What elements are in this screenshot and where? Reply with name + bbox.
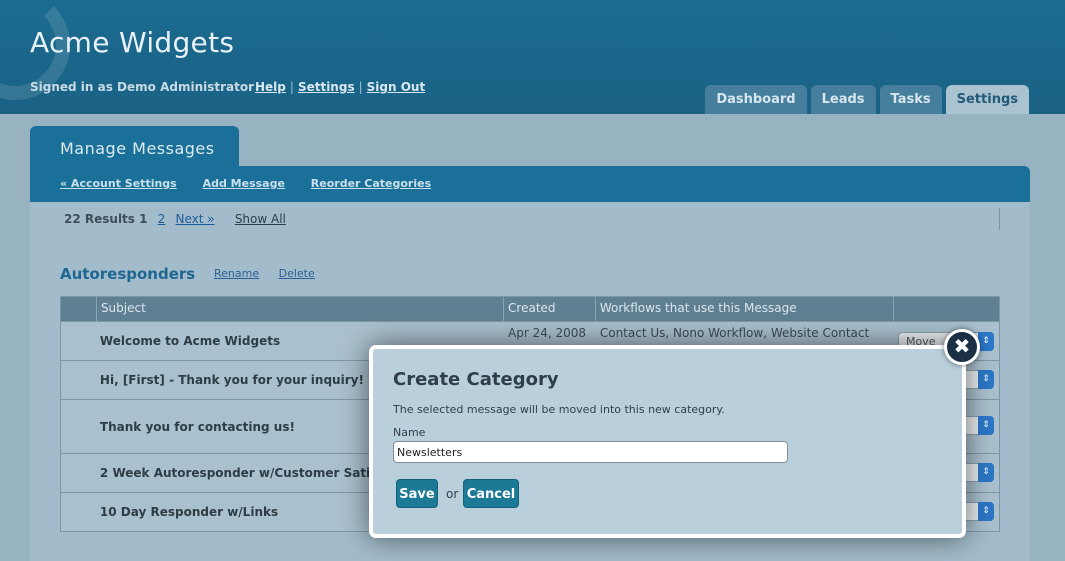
signed-in-text: Signed in as Demo Administrator [30,80,255,94]
save-button[interactable]: Save [396,479,438,508]
name-label: Name [393,426,426,439]
user-links: Help | Settings | Sign Out [255,80,426,94]
chevron-updown-icon: ⇕ [978,416,994,435]
header-actions [894,297,999,321]
rename-link[interactable]: Rename [214,267,259,280]
settings-link[interactable]: Settings [298,80,355,94]
reorder-categories-link[interactable]: Reorder Categories [311,177,431,190]
results-count: 22 Results [64,212,135,226]
tab-leads[interactable]: Leads [810,85,876,114]
create-category-dialog: Create Category The selected message wil… [369,345,966,538]
panel-title: Manage Messages [30,126,239,168]
next-page-link[interactable]: Next » [176,212,215,226]
header-workflows[interactable]: Workflows that use this Message [596,297,895,321]
sign-out-link[interactable]: Sign Out [367,80,426,94]
chevron-updown-icon: ⇕ [978,370,994,389]
dialog-description: The selected message will be moved into … [393,403,725,416]
or-text: or [446,487,459,501]
help-link[interactable]: Help [255,80,286,94]
page-2-link[interactable]: 2 [158,212,166,226]
close-icon[interactable]: ✖ [944,329,980,365]
main-nav: Dashboard Leads Tasks Settings [705,85,1029,114]
current-page: 1 [139,212,148,226]
table-header: Subject Created Workflows that use this … [61,297,999,321]
app-header: Acme Widgets Signed in as Demo Administr… [0,0,1065,114]
category-name-input[interactable] [393,441,788,463]
header-subject[interactable]: Subject [97,297,505,321]
dialog-title: Create Category [393,369,559,390]
sub-navigation: « Account Settings Add Message Reorder C… [30,166,1030,202]
app-title: Acme Widgets [30,26,235,59]
category-actions: Rename Delete [214,267,331,280]
divider [999,208,1000,230]
tab-tasks[interactable]: Tasks [879,85,942,114]
account-settings-link[interactable]: « Account Settings [60,177,177,190]
category-title: Autoresponders [60,265,196,283]
cancel-button[interactable]: Cancel [463,479,519,508]
tab-settings[interactable]: Settings [945,85,1029,114]
pagination: 22 Results 1 2 Next » Show All [64,212,286,226]
chevron-updown-icon: ⇕ [978,502,994,521]
show-all-link[interactable]: Show All [235,212,286,226]
chevron-updown-icon: ⇕ [978,332,994,351]
header-spacer [61,297,97,321]
chevron-updown-icon: ⇕ [978,463,994,482]
add-message-link[interactable]: Add Message [203,177,285,190]
header-created[interactable]: Created [504,297,596,321]
tab-dashboard[interactable]: Dashboard [705,85,807,114]
delete-link[interactable]: Delete [279,267,315,280]
